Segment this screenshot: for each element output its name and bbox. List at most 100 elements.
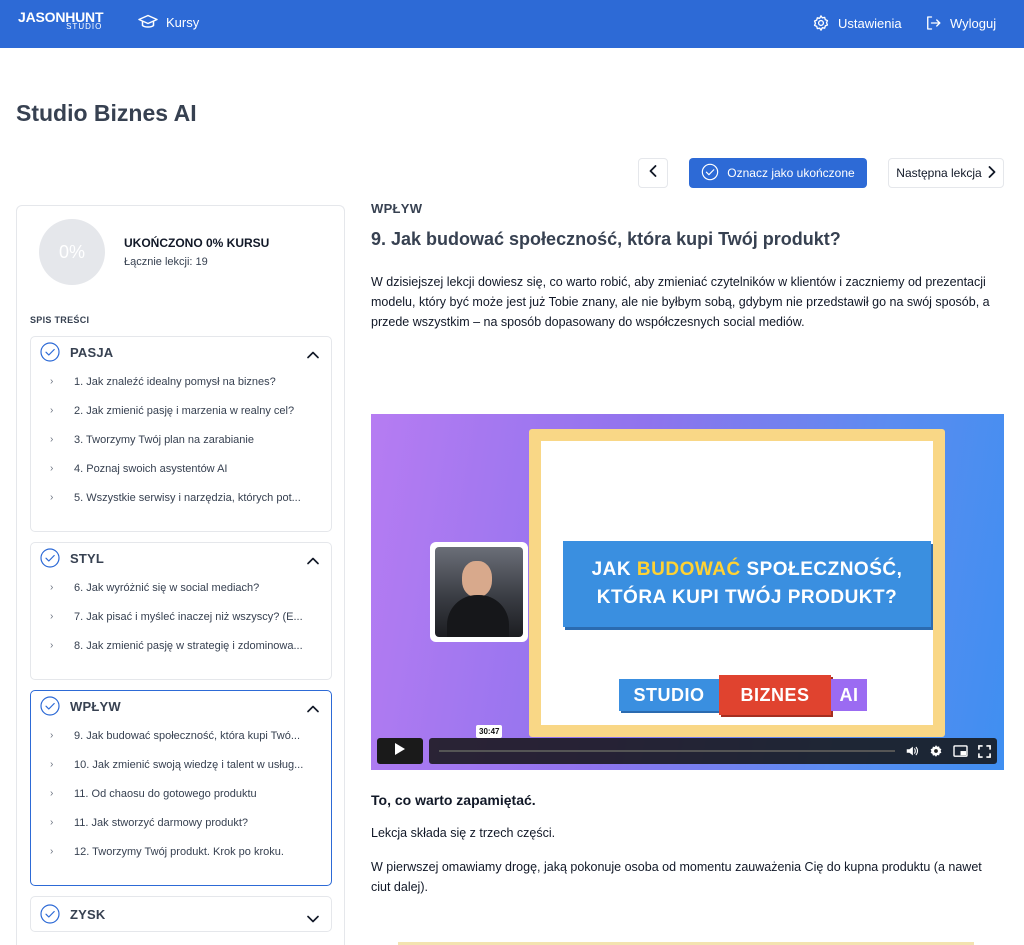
lesson-title: 8. Jak zmienić pasję w strategię i zdomi… bbox=[74, 639, 303, 652]
chevron-right-icon: › bbox=[50, 463, 54, 474]
chevron-right-icon: › bbox=[50, 730, 54, 741]
section-title: WPŁYW bbox=[70, 698, 121, 714]
lesson-item[interactable]: › 6. Jak wyróżnić się w social mediach? bbox=[31, 573, 331, 602]
toc-section-wplyw: WPŁYW › 9. Jak budować społeczność, która… bbox=[30, 690, 332, 886]
section-title: PASJA bbox=[70, 344, 114, 360]
presenter-face bbox=[462, 561, 492, 597]
courses-nav-link[interactable]: Kursy bbox=[138, 14, 199, 30]
toc-heading: SPIS TREŚCI bbox=[30, 315, 90, 325]
lesson-title: 1. Jak znaleźć idealny pomysł na biznes? bbox=[74, 375, 276, 388]
lesson-item[interactable]: › 4. Poznaj swoich asystentów AI bbox=[31, 454, 331, 483]
section-header-styl[interactable]: STYL bbox=[31, 543, 331, 573]
section-title: ZYSK bbox=[70, 906, 106, 922]
lesson-item[interactable]: › 3. Tworzymy Twój plan na zarabianie bbox=[31, 425, 331, 454]
lesson-item[interactable]: › 10. Jak zmienić swoją wiedzę i talent w… bbox=[31, 750, 331, 779]
chevron-up-icon bbox=[307, 700, 319, 718]
chevron-up-icon bbox=[307, 552, 319, 570]
chevron-right-icon: › bbox=[50, 376, 54, 387]
graduation-cap-icon bbox=[138, 14, 158, 30]
presenter-body bbox=[447, 595, 509, 637]
settings-gear-icon[interactable] bbox=[929, 744, 943, 758]
check-circle-icon bbox=[40, 548, 60, 568]
presenter-image bbox=[435, 547, 523, 637]
logout-nav-link[interactable]: Wyloguj bbox=[924, 14, 996, 32]
lesson-title: 2. Jak zmienić pasję i marzenia w realny… bbox=[74, 404, 295, 417]
video-progress-track[interactable] bbox=[439, 750, 895, 752]
toc-section-pasja: PASJA › 1. Jak znaleźć idealny pomysł na … bbox=[30, 336, 332, 532]
progress-circle: 0% bbox=[39, 219, 105, 285]
lesson-item[interactable]: › 11. Jak stworzyć darmowy produkt? bbox=[31, 808, 331, 837]
chevron-right-icon: › bbox=[50, 788, 54, 799]
toc-section-zysk: ZYSK bbox=[30, 896, 332, 932]
course-sidebar: 0% UKOŃCZONO 0% KURSU Łącznie lekcji: 19… bbox=[16, 205, 345, 945]
chevron-right-icon: › bbox=[50, 611, 54, 622]
mark-complete-label: Oznacz jako ukończone bbox=[727, 166, 855, 180]
lesson-title: 11. Jak stworzyć darmowy produkt? bbox=[74, 816, 249, 829]
logout-icon bbox=[924, 14, 942, 32]
chevron-right-icon: › bbox=[50, 759, 54, 770]
banner-highlight-text: BUDOWAĆ bbox=[636, 559, 741, 580]
banner-text: SPOŁECZNOŚĆ, bbox=[740, 559, 903, 580]
section-header-zysk[interactable]: ZYSK bbox=[31, 897, 331, 931]
lesson-title: 11. Od chaosu do gotowego produktu bbox=[74, 787, 257, 800]
remember-heading: To, co warto zapamiętać. bbox=[371, 792, 536, 808]
gear-icon bbox=[812, 14, 830, 32]
mark-complete-button[interactable]: Oznacz jako ukończone bbox=[689, 158, 867, 188]
logout-label: Wyloguj bbox=[950, 15, 997, 31]
banner-text: JAK bbox=[591, 559, 637, 580]
settings-nav-link[interactable]: Ustawienia bbox=[812, 14, 902, 32]
presenter-webcam-thumbnail bbox=[430, 542, 528, 642]
picture-in-picture-icon[interactable] bbox=[953, 744, 968, 758]
lesson-item[interactable]: › 1. Jak znaleźć idealny pomysł na biznes… bbox=[31, 367, 331, 396]
next-lesson-label: Następna lekcja bbox=[896, 166, 982, 180]
chevron-right-icon: › bbox=[50, 434, 54, 445]
lesson-title: 6. Jak wyróżnić się w social mediach? bbox=[74, 581, 260, 594]
video-player[interactable]: JAK BUDOWAĆ SPOŁECZNOŚĆ, KTÓRA KUPI TWÓJ… bbox=[371, 414, 1004, 770]
chevron-right-icon: › bbox=[50, 582, 54, 593]
chevron-down-icon bbox=[307, 910, 319, 928]
lesson-title: 12. Tworzymy Twój produkt. Krok po kroku… bbox=[74, 845, 284, 858]
jasonhunt-studio-logo[interactable]: JASONHUNT STUDIO bbox=[18, 10, 104, 31]
lesson-item[interactable]: › 8. Jak zmienić pasję w strategię i zdom… bbox=[31, 631, 331, 660]
settings-label: Ustawienia bbox=[838, 15, 902, 31]
chevron-right-icon: › bbox=[50, 492, 54, 503]
chevron-right-icon: › bbox=[50, 405, 54, 416]
section-header-wplyw[interactable]: WPŁYW bbox=[31, 691, 331, 721]
toc-section-styl: STYL › 6. Jak wyróżnić się w social media… bbox=[30, 542, 332, 680]
previous-lesson-button[interactable] bbox=[638, 158, 668, 188]
play-icon bbox=[394, 742, 406, 761]
brand-word-studio: STUDIO bbox=[619, 679, 719, 711]
chevron-right-icon: › bbox=[50, 640, 54, 651]
lesson-item[interactable]: › 11. Od chaosu do gotowego produktu bbox=[31, 779, 331, 808]
slide-title-banner: JAK BUDOWAĆ SPOŁECZNOŚĆ, KTÓRA KUPI TWÓJ… bbox=[563, 541, 931, 627]
lesson-item[interactable]: › 7. Jak pisać i myśleć inaczej niż wszys… bbox=[31, 602, 331, 631]
lesson-title: 4. Poznaj swoich asystentów AI bbox=[74, 462, 228, 475]
lesson-title: 10. Jak zmienić swoją wiedzę i talent w … bbox=[74, 758, 304, 771]
lesson-item[interactable]: › 2. Jak zmienić pasję i marzenia w realn… bbox=[31, 396, 331, 425]
courses-label: Kursy bbox=[166, 14, 200, 30]
lesson-title: 5. Wszystkie serwisy i narzędzia, któryc… bbox=[74, 491, 301, 504]
volume-icon[interactable] bbox=[905, 744, 919, 758]
check-circle-icon bbox=[40, 904, 60, 924]
lesson-paragraph: W pierwszej omawiamy drogę, jaką pokonuj… bbox=[371, 860, 982, 894]
chevron-right-icon: › bbox=[50, 817, 54, 828]
section-header-pasja[interactable]: PASJA bbox=[31, 337, 331, 367]
check-circle-icon bbox=[40, 342, 60, 362]
page-title: Studio Biznes AI bbox=[16, 100, 197, 126]
lesson-item[interactable]: › 9. Jak budować społeczność, która kupi … bbox=[31, 721, 331, 750]
lesson-item[interactable]: › 5. Wszystkie serwisy i narzędzia, który… bbox=[31, 483, 331, 512]
banner-line-2: KTÓRA KUPI TWÓJ PRODUKT? bbox=[596, 587, 898, 608]
lesson-item[interactable]: › 12. Tworzymy Twój produkt. Krok po krok… bbox=[31, 837, 331, 866]
section-title: STYL bbox=[70, 550, 105, 566]
brand-word-ai: AI bbox=[831, 679, 867, 711]
lesson-title: 9. Jak budować społeczność, która kupi T… bbox=[74, 729, 301, 742]
play-button[interactable] bbox=[377, 738, 423, 764]
chevron-up-icon bbox=[307, 346, 319, 364]
studio-biznes-ai-logo: STUDIO BIZNES AI bbox=[619, 675, 867, 715]
next-lesson-button[interactable]: Następna lekcja bbox=[888, 158, 1004, 188]
fullscreen-icon[interactable] bbox=[978, 744, 991, 758]
video-slide-frame: JAK BUDOWAĆ SPOŁECZNOŚĆ, KTÓRA KUPI TWÓJ… bbox=[529, 429, 945, 737]
chevron-right-icon: › bbox=[50, 846, 54, 857]
video-progress-area: 30:47 bbox=[429, 725, 997, 764]
video-duration-tooltip: 30:47 bbox=[476, 725, 503, 738]
